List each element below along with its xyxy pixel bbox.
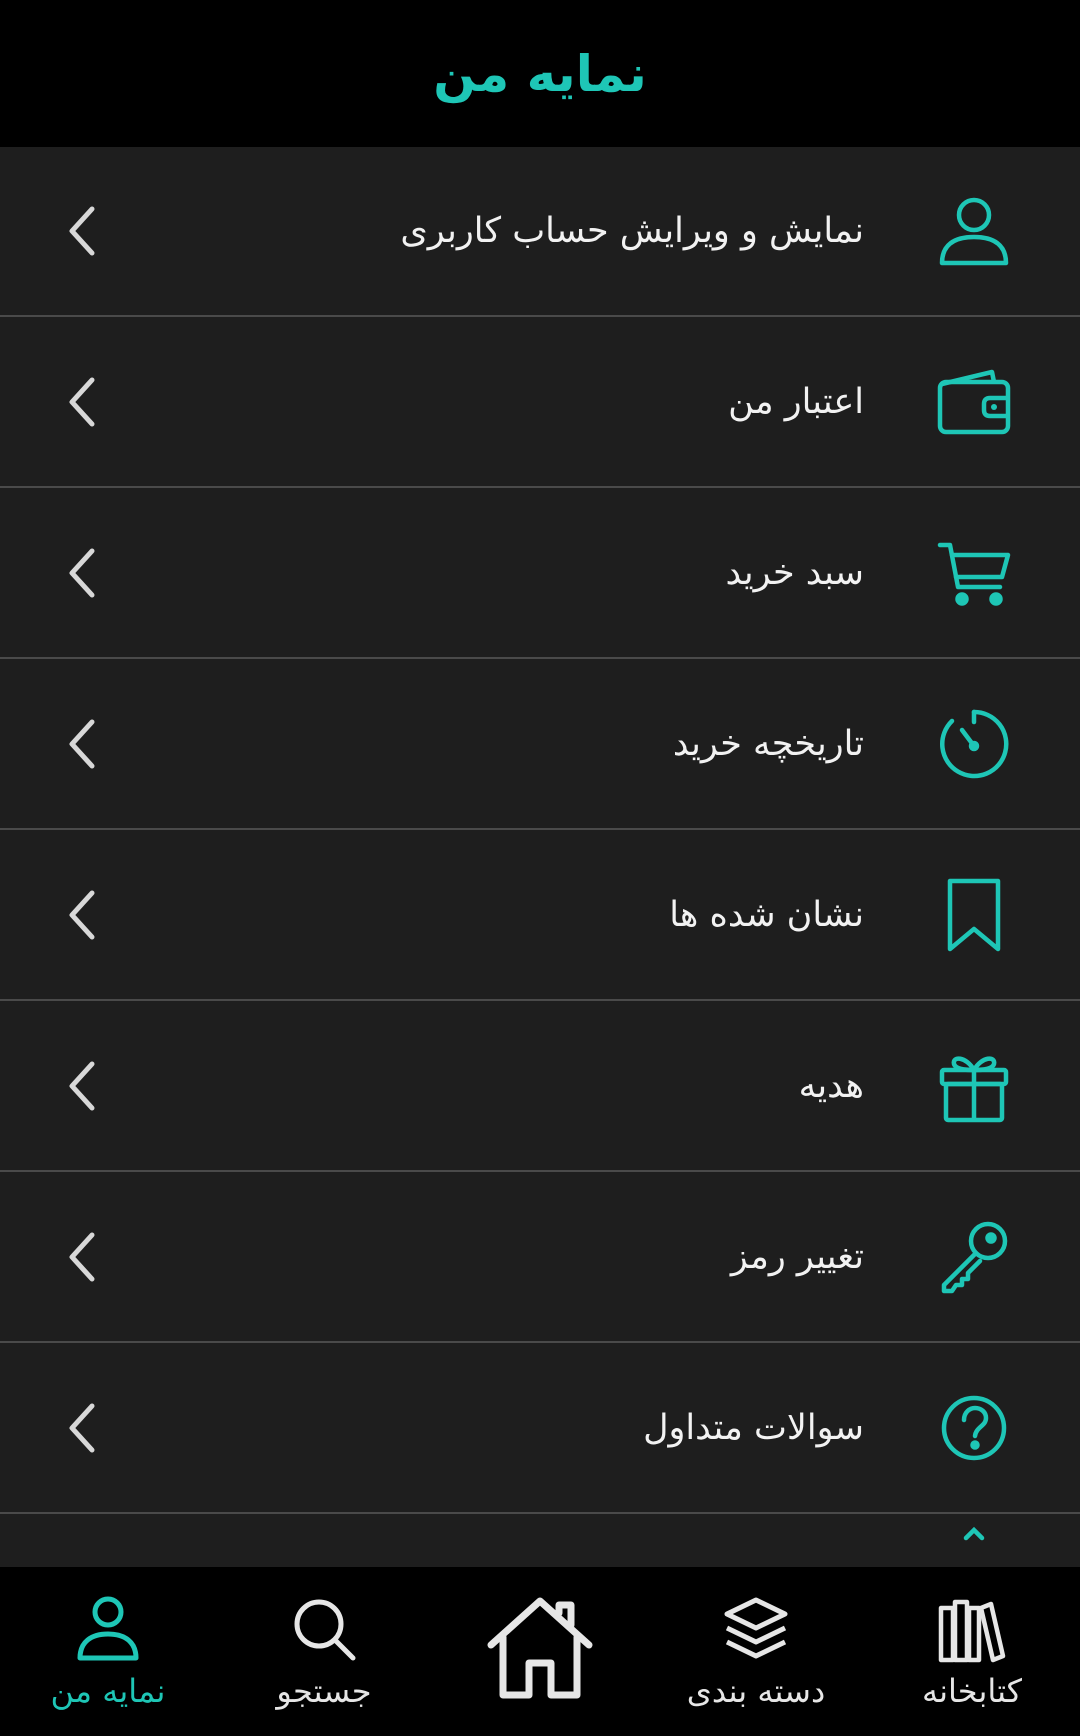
question-icon	[936, 1390, 1012, 1466]
timer-icon	[936, 706, 1012, 782]
nav-tab-profile[interactable]: نمایه من	[0, 1567, 216, 1736]
chevron-left-icon	[69, 1403, 95, 1452]
menu-item-label: سبد خرید	[725, 552, 864, 593]
nav-tab-label: نمایه من	[50, 1671, 166, 1710]
menu-item-account[interactable]: نمایش و ویرایش حساب کاربری	[0, 147, 1080, 317]
wallet-icon	[936, 364, 1012, 440]
partial-icon	[936, 1526, 1012, 1567]
chevron-left-icon	[69, 377, 95, 426]
menu-item-partial[interactable]	[0, 1514, 1080, 1567]
menu-item-faq[interactable]: سوالات متداول	[0, 1343, 1080, 1514]
menu-item-label: تغییر رمز	[730, 1236, 864, 1277]
nav-tab-label: کتابخانه	[921, 1671, 1022, 1710]
top-bar: نمایه من	[0, 0, 1080, 147]
home-icon	[485, 1593, 595, 1707]
cart-icon	[936, 535, 1012, 611]
key-icon	[936, 1219, 1012, 1295]
bottom-navigation: نمایه من جستجو دسته بندی کتابخانه	[0, 1567, 1080, 1736]
chevron-left-icon	[69, 1061, 95, 1110]
chevron-left-icon	[69, 890, 95, 939]
nav-tab-library[interactable]: کتابخانه	[864, 1567, 1080, 1736]
chevron-left-icon	[69, 548, 95, 597]
nav-tab-label: دسته بندی	[686, 1671, 826, 1710]
search-icon	[289, 1594, 359, 1668]
chevron-left-icon	[69, 206, 95, 256]
library-icon	[937, 1594, 1007, 1668]
chevron-left-icon	[69, 719, 95, 768]
nav-tab-label: جستجو	[276, 1671, 372, 1710]
menu-item-gift[interactable]: هدیه	[0, 1001, 1080, 1172]
nav-tab-home[interactable]	[432, 1567, 648, 1736]
menu-item-bookmarks[interactable]: نشان شده ها	[0, 830, 1080, 1001]
nav-tab-categories[interactable]: دسته بندی	[648, 1567, 864, 1736]
user-icon	[73, 1594, 143, 1668]
layers-icon	[721, 1594, 791, 1668]
menu-item-label: تاریخچه خرید	[672, 723, 864, 764]
chevron-left-icon	[69, 1232, 95, 1281]
nav-tab-search[interactable]: جستجو	[216, 1567, 432, 1736]
bookmark-icon	[936, 877, 1012, 953]
menu-item-label: هدیه	[798, 1065, 864, 1106]
page-title: نمایه من	[433, 44, 647, 103]
menu-item-label: سوالات متداول	[643, 1407, 864, 1448]
menu-item-cart[interactable]: سبد خرید	[0, 488, 1080, 659]
profile-menu-list[interactable]: نمایش و ویرایش حساب کاربری اعتبار من سبد…	[0, 147, 1080, 1567]
user-icon	[936, 193, 1012, 269]
menu-item-label: اعتبار من	[728, 381, 864, 422]
gift-icon	[936, 1048, 1012, 1124]
menu-item-wallet[interactable]: اعتبار من	[0, 317, 1080, 488]
profile-screen: نمایه من نمایش و ویرایش حساب کاربری اعتب…	[0, 0, 1080, 1736]
menu-item-change-password[interactable]: تغییر رمز	[0, 1172, 1080, 1343]
menu-item-purchase-history[interactable]: تاریخچه خرید	[0, 659, 1080, 830]
menu-item-label: نمایش و ویرایش حساب کاربری	[400, 211, 864, 251]
menu-item-label: نشان شده ها	[669, 894, 864, 935]
